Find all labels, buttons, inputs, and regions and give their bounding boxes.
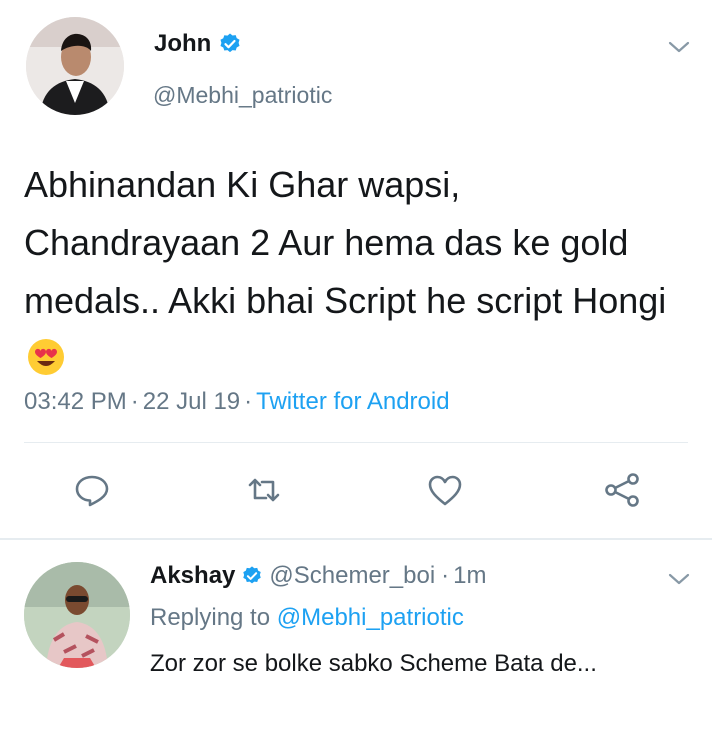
tweet-time: 03:42 PM [24, 388, 127, 415]
reply-author-avatar[interactable] [24, 562, 130, 668]
reply-tweet[interactable]: Akshay @Schemer_boi · 1m Replying to @Me… [0, 540, 712, 734]
tweet-source-link[interactable]: Twitter for Android [256, 388, 449, 415]
share-icon[interactable] [602, 470, 642, 510]
verified-badge-icon [220, 33, 240, 53]
verified-badge-icon [243, 566, 262, 584]
author-avatar[interactable] [26, 17, 124, 115]
tweet-actions [0, 470, 712, 510]
heart-icon[interactable] [425, 470, 465, 510]
reply-text: Zor zor se bolke sabko Scheme Bata de... [150, 650, 597, 677]
replying-to: Replying to @Mebhi_patriotic [150, 604, 464, 632]
tweet-text: Abhinandan Ki Ghar wapsi, Chandrayaan 2 … [24, 156, 684, 388]
reply-author-name[interactable]: Akshay [150, 562, 235, 590]
chevron-down-icon[interactable] [668, 572, 690, 586]
tweet-body: Abhinandan Ki Ghar wapsi, Chandrayaan 2 … [24, 164, 667, 321]
replying-to-handle[interactable]: @Mebhi_patriotic [277, 604, 464, 631]
tweet-metadata: 03:42 PM · 22 Jul 19 · Twitter for Android [24, 388, 450, 415]
main-tweet: John @Mebhi_patriotic Abhinandan Ki Ghar… [0, 0, 712, 540]
reply-time: 1m [453, 562, 487, 589]
tweet-date: 22 Jul 19 [142, 388, 241, 415]
chevron-down-icon[interactable] [668, 40, 690, 54]
author-handle[interactable]: @Mebhi_patriotic [153, 82, 332, 109]
divider [24, 442, 688, 443]
reply-icon[interactable] [72, 470, 112, 510]
author-name[interactable]: John [154, 30, 211, 58]
reply-author-handle[interactable]: @Schemer_boi [269, 562, 435, 590]
heart-eyes-emoji-icon [28, 339, 64, 375]
replying-to-label: Replying to [150, 604, 271, 631]
retweet-icon[interactable] [244, 470, 284, 510]
